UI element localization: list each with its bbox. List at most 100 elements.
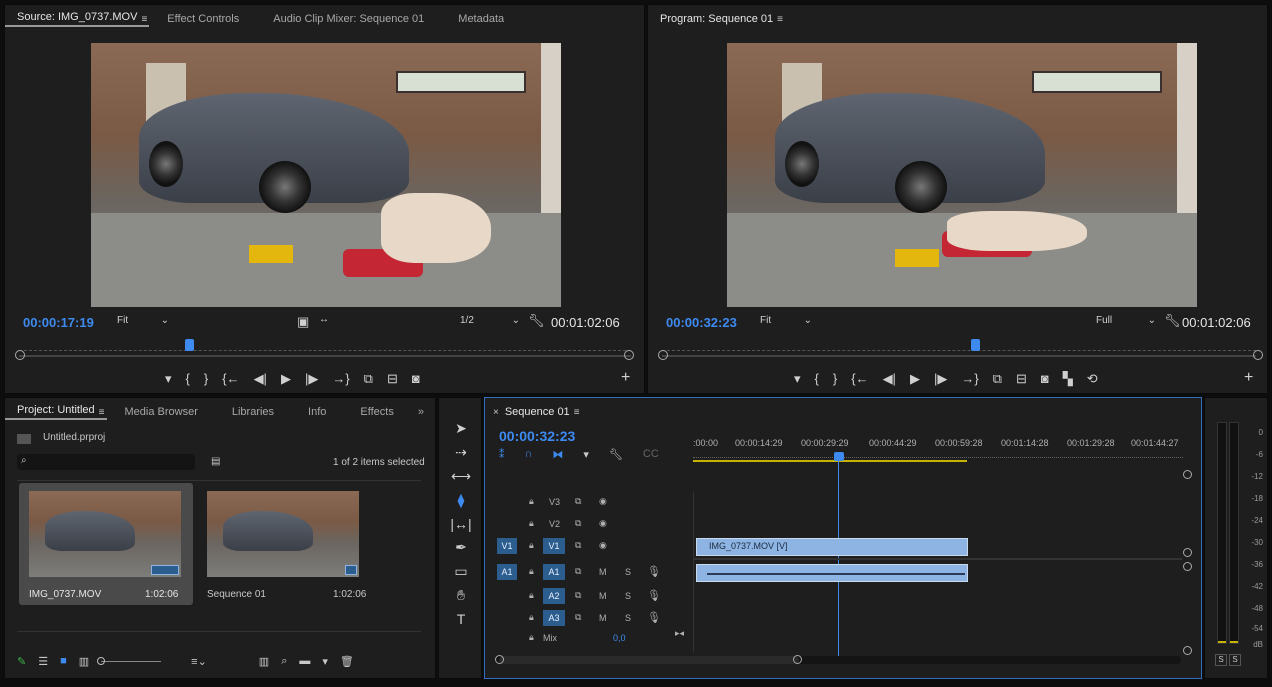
type-tool-icon[interactable]: T: [447, 611, 475, 627]
go-to-in-icon[interactable]: {←: [851, 371, 868, 389]
track-label[interactable]: V2: [549, 519, 560, 529]
timeline-playhead[interactable]: [834, 452, 844, 461]
sort-icon[interactable]: ≡⌄: [191, 655, 207, 668]
extract-icon[interactable]: ⊟: [1016, 371, 1027, 389]
tab-sequence[interactable]: Sequence 01: [499, 406, 582, 418]
lock-icon[interactable]: 🔒︎: [529, 612, 534, 623]
tab-media-browser[interactable]: Media Browser: [113, 406, 210, 418]
menu-icon[interactable]: ≡: [574, 407, 580, 418]
pencil-icon[interactable]: ✎: [17, 655, 26, 668]
eye-icon[interactable]: ◉: [599, 496, 607, 507]
lock-icon[interactable]: 🔒︎: [529, 590, 534, 601]
trash-icon[interactable]: 🗑︎: [340, 655, 354, 668]
h-scroll-thumb[interactable]: [499, 656, 799, 664]
menu-icon[interactable]: ≡: [141, 14, 147, 25]
lock-icon[interactable]: 🔒︎: [529, 540, 534, 551]
go-to-in-icon[interactable]: {←: [222, 371, 239, 389]
program-zoom-bar[interactable]: [662, 355, 1256, 357]
mark-in-icon[interactable]: {: [815, 371, 819, 389]
find-icon[interactable]: ⌕: [281, 655, 287, 668]
lock-icon[interactable]: 🔒︎: [529, 566, 534, 577]
wrench-icon[interactable]: 🔧︎: [609, 448, 623, 461]
tab-effects[interactable]: Effects: [348, 406, 405, 418]
source-time-ruler[interactable]: [19, 341, 631, 351]
mix-value[interactable]: 0,0: [613, 633, 626, 643]
v-scroll-top[interactable]: [1183, 470, 1192, 479]
solo-button[interactable]: S: [625, 567, 631, 577]
track-label[interactable]: A3: [543, 610, 565, 626]
step-forward-icon[interactable]: |▶: [934, 371, 947, 389]
program-playhead[interactable]: [971, 339, 980, 351]
icon-view-icon[interactable]: ■: [60, 655, 67, 667]
go-to-out-icon[interactable]: →}: [961, 371, 978, 389]
tab-source[interactable]: Source: IMG_0737.MOV: [5, 11, 150, 27]
program-resolution-select[interactable]: Full ⌄: [1096, 315, 1160, 331]
program-zoom-left-handle[interactable]: [658, 350, 668, 360]
program-zoom-right-handle[interactable]: [1253, 350, 1263, 360]
captions-icon[interactable]: CC: [643, 448, 659, 461]
mark-out-icon[interactable]: }: [204, 371, 208, 389]
mark-in-icon[interactable]: {: [186, 371, 190, 389]
tab-effect-controls[interactable]: Effect Controls: [155, 13, 251, 25]
play-icon[interactable]: ▶: [910, 371, 920, 389]
go-to-out-icon[interactable]: →}: [332, 371, 349, 389]
add-button-icon[interactable]: +: [621, 369, 630, 387]
camera-icon[interactable]: ◙: [1041, 371, 1049, 389]
program-time-ruler[interactable]: [662, 341, 1256, 351]
zoom-slider-handle[interactable]: [97, 656, 106, 665]
solo-button[interactable]: S: [625, 613, 631, 623]
source-resolution-select[interactable]: 1/2 ⌄: [460, 315, 524, 331]
more-tabs-icon[interactable]: »: [406, 406, 436, 418]
h-scroll-right-handle[interactable]: [793, 655, 802, 664]
add-marker-icon[interactable]: ▾: [165, 371, 172, 389]
menu-icon[interactable]: ≡: [777, 14, 783, 25]
list-view-icon[interactable]: ☰: [38, 655, 48, 668]
freeform-view-icon[interactable]: ▥: [79, 655, 89, 668]
step-forward-icon[interactable]: |▶: [305, 371, 318, 389]
new-bin-icon[interactable]: ▬: [299, 655, 310, 667]
source-playhead[interactable]: [185, 339, 194, 351]
a-scroll-bottom[interactable]: [1183, 646, 1192, 655]
linked-selection-icon[interactable]: ⧓: [552, 448, 563, 461]
lock-icon[interactable]: 🔒︎: [529, 518, 534, 529]
a-scroll-top[interactable]: [1183, 562, 1192, 571]
pen-tool-icon[interactable]: ✒: [447, 539, 475, 556]
add-button-icon[interactable]: +: [1244, 369, 1253, 387]
track-label[interactable]: V1: [543, 538, 565, 554]
comparison-view-icon[interactable]: ▚: [1063, 371, 1073, 389]
sync-icon[interactable]: ⧉: [575, 518, 581, 529]
sync-icon[interactable]: ⧉: [575, 612, 581, 623]
solo-button[interactable]: S: [625, 591, 631, 601]
microphone-icon[interactable]: 🎙︎: [647, 565, 661, 578]
tab-program[interactable]: Program: Sequence 01: [648, 13, 785, 25]
lock-icon[interactable]: 🔒︎: [529, 496, 534, 507]
mark-out-icon[interactable]: }: [833, 371, 837, 389]
sync-icon[interactable]: ⧉: [575, 566, 581, 577]
eye-icon[interactable]: ◉: [599, 518, 607, 529]
menu-icon[interactable]: ≡: [99, 407, 105, 418]
zoom-slider[interactable]: [97, 656, 162, 665]
tab-metadata[interactable]: Metadata: [446, 13, 516, 25]
tab-libraries[interactable]: Libraries: [220, 406, 286, 418]
slip-tool-icon[interactable]: |↔|: [447, 516, 475, 532]
camera-icon[interactable]: ◙: [412, 371, 420, 389]
mute-button[interactable]: M: [599, 613, 607, 623]
add-marker-icon[interactable]: ▾: [794, 371, 801, 389]
play-icon[interactable]: ▶: [281, 371, 291, 389]
automate-icon[interactable]: ▥: [259, 655, 269, 668]
go-to-end-icon[interactable]: ▸◂: [675, 628, 684, 639]
project-search-input[interactable]: ⌕: [17, 454, 195, 470]
mute-button[interactable]: M: [599, 567, 607, 577]
overwrite-icon[interactable]: ⊟: [387, 371, 398, 389]
track-label[interactable]: V3: [549, 497, 560, 507]
h-scroll-left-handle[interactable]: [495, 655, 504, 664]
clip-audio[interactable]: [696, 564, 968, 582]
tab-info[interactable]: Info: [296, 406, 338, 418]
program-zoom-select[interactable]: Fit ⌄: [760, 315, 816, 331]
eye-icon[interactable]: ◉: [599, 540, 607, 551]
project-item-sequence[interactable]: Sequence 01 1:02:06: [197, 483, 371, 605]
lift-icon[interactable]: ⧉: [993, 371, 1002, 389]
export-frame-icon[interactable]: ▣: [297, 314, 309, 330]
source-zoom-bar[interactable]: [19, 355, 631, 357]
sync-icon[interactable]: ⧉: [575, 496, 581, 507]
